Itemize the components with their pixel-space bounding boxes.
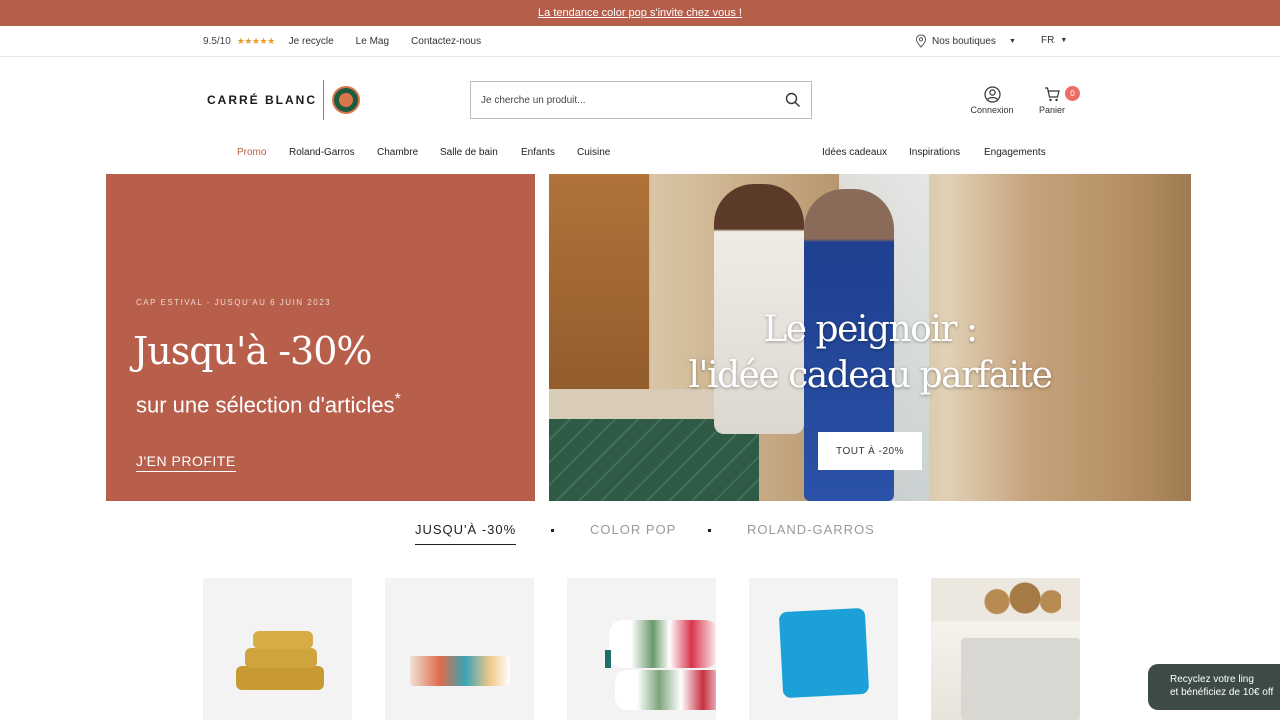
pillowcase-image <box>609 620 716 668</box>
account-label: Connexion <box>970 105 1014 115</box>
utility-left: 9.5/10 ★★★★★ Je recycle Le Mag Contactez… <box>203 26 503 57</box>
hero-eyebrow: CAP ESTIVAL - JUSQU'AU 6 JUIN 2023 <box>136 298 332 307</box>
utility-bar: 9.5/10 ★★★★★ Je recycle Le Mag Contactez… <box>0 26 1280 57</box>
main-nav: Promo Roland-Garros Chambre Salle de bai… <box>0 145 1280 163</box>
nav-item-idees-cadeaux[interactable]: Idées cadeaux <box>822 147 887 158</box>
logo-text: CARRÉ BLANC <box>207 93 317 107</box>
user-icon <box>983 86 1001 103</box>
tassel-image <box>605 650 611 668</box>
language-label: FR <box>1041 35 1055 46</box>
language-selector[interactable]: FR ▼ <box>1041 35 1067 46</box>
towel-image <box>236 666 324 690</box>
product-card-pillowcases[interactable] <box>567 578 716 720</box>
category-tabs: JUSQU'À -30% COLOR POP ROLAND-GARROS <box>0 522 1280 546</box>
hero-asterisk: * <box>394 391 401 408</box>
nav-item-promo[interactable]: Promo <box>237 147 266 158</box>
hero-photo-cta-button[interactable]: TOUT À -20% <box>818 432 922 470</box>
hero-subtitle: sur une sélection d'articles* <box>136 391 401 418</box>
stores-label: Nos boutiques <box>932 35 996 47</box>
cart-label: Panier <box>1038 105 1065 115</box>
chevron-down-icon: ▼ <box>1008 37 1016 45</box>
rating-stars-icon: ★★★★★ <box>236 36 275 46</box>
tab-color-pop[interactable]: COLOR POP <box>590 522 676 537</box>
nav-item-cuisine[interactable]: Cuisine <box>577 147 610 158</box>
product-card-blue-pillow[interactable] <box>749 578 898 720</box>
hero-title: Jusqu'à -30% <box>133 329 372 373</box>
towel-image <box>245 648 317 668</box>
towel-image <box>253 631 313 649</box>
tab-separator <box>708 529 711 532</box>
announcement-bar: La tendance color pop s'invite chez vous… <box>0 0 1280 26</box>
wall-decoration-image <box>981 580 1061 616</box>
sheet-image <box>410 656 510 686</box>
cart-icon <box>1044 87 1060 102</box>
hero-photo-banner[interactable]: Le peignoir : l'idée cadeau parfaite TOU… <box>549 174 1191 501</box>
product-card-sheet[interactable] <box>385 578 534 720</box>
roland-garros-logo-icon <box>332 86 360 114</box>
logo-divider <box>323 80 324 120</box>
location-pin-icon <box>915 34 927 48</box>
site-logo[interactable]: CARRÉ BLANC <box>207 80 360 120</box>
stores-dropdown[interactable]: Nos boutiques ▼ <box>915 34 1016 48</box>
bed-image <box>961 638 1080 720</box>
tab-roland-garros[interactable]: ROLAND-GARROS <box>747 522 875 537</box>
search-bar <box>470 81 812 119</box>
nav-item-salle-de-bain[interactable]: Salle de bain <box>440 147 498 158</box>
product-card-towels[interactable] <box>203 578 352 720</box>
pillowcase-image <box>615 670 716 710</box>
hero-subtitle-text: sur une sélection d'articles <box>136 392 395 418</box>
nav-item-chambre[interactable]: Chambre <box>377 147 418 158</box>
search-input[interactable] <box>481 94 785 106</box>
recycle-link[interactable]: Je recycle <box>289 36 334 47</box>
nav-item-enfants[interactable]: Enfants <box>521 147 555 158</box>
nav-item-roland-garros[interactable]: Roland-Garros <box>289 147 355 158</box>
hero-headline-line1: Le peignoir : <box>763 309 978 350</box>
rating-score: 9.5/10 <box>203 36 231 47</box>
chevron-down-icon: ▼ <box>1060 37 1068 44</box>
mag-link[interactable]: Le Mag <box>356 36 389 47</box>
nav-item-inspirations[interactable]: Inspirations <box>909 147 960 158</box>
blue-pillow-image <box>778 607 870 699</box>
recycle-popup-line2: et bénéficiez de 10€ off <box>1170 687 1274 698</box>
product-card-bedroom[interactable] <box>931 578 1080 720</box>
hero-headline-line2: l'idée cadeau parfaite <box>688 355 1053 396</box>
hero-promo-panel[interactable]: CAP ESTIVAL - JUSQU'AU 6 JUIN 2023 Jusqu… <box>106 174 535 501</box>
recycle-popup-line1: Recyclez votre ling <box>1170 674 1254 685</box>
hero-headline: Le peignoir : l'idée cadeau parfaite <box>549 307 1191 399</box>
tab-jusqua-30[interactable]: JUSQU'À -30% <box>415 522 517 545</box>
recycle-promo-popup[interactable]: Recyclez votre ling et bénéficiez de 10€… <box>1148 664 1280 710</box>
announcement-link[interactable]: La tendance color pop s'invite chez vous… <box>538 7 742 19</box>
nav-item-engagements[interactable]: Engagements <box>984 147 1046 158</box>
search-icon[interactable] <box>785 92 801 108</box>
cart-count-badge: 0 <box>1065 86 1080 101</box>
tab-separator <box>551 529 554 532</box>
account-button[interactable]: Connexion <box>968 86 1016 115</box>
hero-cta-link[interactable]: J'EN PROFITE <box>136 453 236 472</box>
contact-link[interactable]: Contactez-nous <box>411 36 481 47</box>
